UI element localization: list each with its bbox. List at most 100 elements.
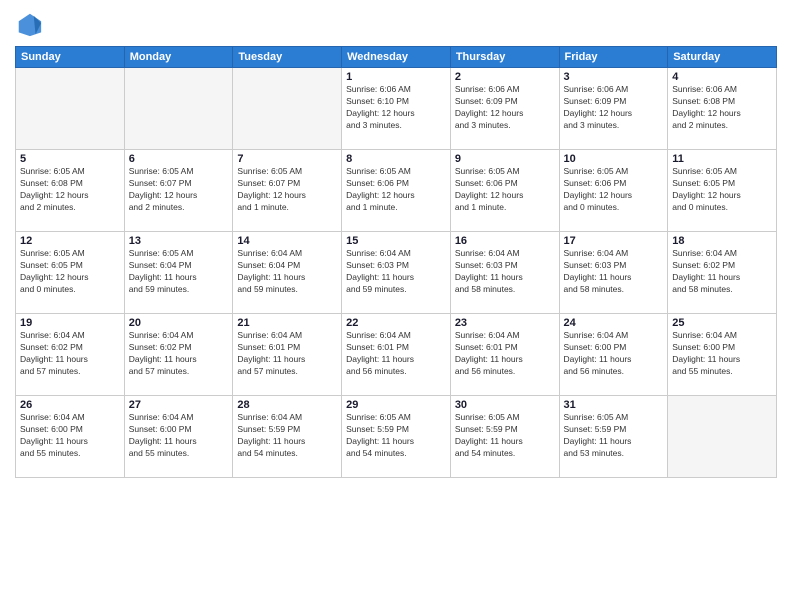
- header: [15, 10, 777, 38]
- day-number: 19: [20, 317, 120, 329]
- day-number: 8: [346, 153, 446, 165]
- day-number: 6: [129, 153, 229, 165]
- day-number: 21: [237, 317, 337, 329]
- day-cell: [233, 68, 342, 150]
- day-number: 13: [129, 235, 229, 247]
- day-cell: 18Sunrise: 6:04 AM Sunset: 6:02 PM Dayli…: [668, 232, 777, 314]
- day-info: Sunrise: 6:05 AM Sunset: 5:59 PM Dayligh…: [564, 412, 664, 460]
- day-info: Sunrise: 6:04 AM Sunset: 6:03 PM Dayligh…: [564, 248, 664, 296]
- day-cell: 27Sunrise: 6:04 AM Sunset: 6:00 PM Dayli…: [124, 396, 233, 478]
- day-cell: [124, 68, 233, 150]
- day-info: Sunrise: 6:05 AM Sunset: 6:04 PM Dayligh…: [129, 248, 229, 296]
- day-cell: 10Sunrise: 6:05 AM Sunset: 6:06 PM Dayli…: [559, 150, 668, 232]
- weekday-header-row: SundayMondayTuesdayWednesdayThursdayFrid…: [16, 47, 777, 68]
- day-cell: 14Sunrise: 6:04 AM Sunset: 6:04 PM Dayli…: [233, 232, 342, 314]
- day-cell: 24Sunrise: 6:04 AM Sunset: 6:00 PM Dayli…: [559, 314, 668, 396]
- day-info: Sunrise: 6:04 AM Sunset: 6:00 PM Dayligh…: [129, 412, 229, 460]
- day-cell: [668, 396, 777, 478]
- day-cell: 31Sunrise: 6:05 AM Sunset: 5:59 PM Dayli…: [559, 396, 668, 478]
- day-number: 18: [672, 235, 772, 247]
- week-row-3: 12Sunrise: 6:05 AM Sunset: 6:05 PM Dayli…: [16, 232, 777, 314]
- day-number: 28: [237, 399, 337, 411]
- day-number: 27: [129, 399, 229, 411]
- day-cell: 12Sunrise: 6:05 AM Sunset: 6:05 PM Dayli…: [16, 232, 125, 314]
- day-number: 23: [455, 317, 555, 329]
- day-info: Sunrise: 6:04 AM Sunset: 5:59 PM Dayligh…: [237, 412, 337, 460]
- weekday-header-wednesday: Wednesday: [342, 47, 451, 68]
- day-number: 20: [129, 317, 229, 329]
- day-info: Sunrise: 6:05 AM Sunset: 6:07 PM Dayligh…: [129, 166, 229, 214]
- day-cell: 21Sunrise: 6:04 AM Sunset: 6:01 PM Dayli…: [233, 314, 342, 396]
- day-number: 17: [564, 235, 664, 247]
- week-row-2: 5Sunrise: 6:05 AM Sunset: 6:08 PM Daylig…: [16, 150, 777, 232]
- day-cell: 7Sunrise: 6:05 AM Sunset: 6:07 PM Daylig…: [233, 150, 342, 232]
- day-cell: 6Sunrise: 6:05 AM Sunset: 6:07 PM Daylig…: [124, 150, 233, 232]
- day-cell: 15Sunrise: 6:04 AM Sunset: 6:03 PM Dayli…: [342, 232, 451, 314]
- logo: [15, 10, 47, 38]
- day-number: 3: [564, 71, 664, 83]
- day-cell: 25Sunrise: 6:04 AM Sunset: 6:00 PM Dayli…: [668, 314, 777, 396]
- day-cell: 8Sunrise: 6:05 AM Sunset: 6:06 PM Daylig…: [342, 150, 451, 232]
- day-number: 7: [237, 153, 337, 165]
- week-row-4: 19 Sunrise: 6:04 AM Sunset: 6:02 PM Dayli…: [16, 314, 777, 396]
- day-cell: 16Sunrise: 6:04 AM Sunset: 6:03 PM Dayli…: [450, 232, 559, 314]
- day-info: Sunrise: 6:04 AM Sunset: 6:00 PM Dayligh…: [672, 330, 772, 378]
- day-number: 15: [346, 235, 446, 247]
- day-info: Sunrise: 6:05 AM Sunset: 6:05 PM Dayligh…: [672, 166, 772, 214]
- day-info: Sunrise: 6:04 AM Sunset: 6:01 PM Dayligh…: [237, 330, 337, 378]
- day-number: 1: [346, 71, 446, 83]
- day-number: 30: [455, 399, 555, 411]
- day-number: 29: [346, 399, 446, 411]
- day-info: Sunrise: 6:04 AM Sunset: 6:03 PM Dayligh…: [455, 248, 555, 296]
- day-info: Sunrise: 6:05 AM Sunset: 6:06 PM Dayligh…: [346, 166, 446, 214]
- day-number: 25: [672, 317, 772, 329]
- day-cell: 26Sunrise: 6:04 AM Sunset: 6:00 PM Dayli…: [16, 396, 125, 478]
- day-number: 10: [564, 153, 664, 165]
- day-info: Sunrise: 6:06 AM Sunset: 6:09 PM Dayligh…: [564, 84, 664, 132]
- day-cell: 29Sunrise: 6:05 AM Sunset: 5:59 PM Dayli…: [342, 396, 451, 478]
- day-info: Sunrise: 6:06 AM Sunset: 6:10 PM Dayligh…: [346, 84, 446, 132]
- day-number: 26: [20, 399, 120, 411]
- day-cell: [16, 68, 125, 150]
- day-info: Sunrise: 6:04 AM Sunset: 6:03 PM Dayligh…: [346, 248, 446, 296]
- day-cell: 9Sunrise: 6:05 AM Sunset: 6:06 PM Daylig…: [450, 150, 559, 232]
- week-row-5: 26Sunrise: 6:04 AM Sunset: 6:00 PM Dayli…: [16, 396, 777, 478]
- day-number: 24: [564, 317, 664, 329]
- day-number: 4: [672, 71, 772, 83]
- day-cell: 28Sunrise: 6:04 AM Sunset: 5:59 PM Dayli…: [233, 396, 342, 478]
- weekday-header-friday: Friday: [559, 47, 668, 68]
- day-info: Sunrise: 6:05 AM Sunset: 5:59 PM Dayligh…: [346, 412, 446, 460]
- day-info: Sunrise: 6:04 AM Sunset: 6:01 PM Dayligh…: [346, 330, 446, 378]
- day-number: 12: [20, 235, 120, 247]
- day-number: 5: [20, 153, 120, 165]
- page: SundayMondayTuesdayWednesdayThursdayFrid…: [0, 0, 792, 612]
- day-info: Sunrise: 6:04 AM Sunset: 6:00 PM Dayligh…: [564, 330, 664, 378]
- logo-icon: [15, 10, 43, 38]
- day-cell: 30Sunrise: 6:05 AM Sunset: 5:59 PM Dayli…: [450, 396, 559, 478]
- day-cell: 23Sunrise: 6:04 AM Sunset: 6:01 PM Dayli…: [450, 314, 559, 396]
- week-row-1: 1Sunrise: 6:06 AM Sunset: 6:10 PM Daylig…: [16, 68, 777, 150]
- day-cell: 13Sunrise: 6:05 AM Sunset: 6:04 PM Dayli…: [124, 232, 233, 314]
- day-cell: 11Sunrise: 6:05 AM Sunset: 6:05 PM Dayli…: [668, 150, 777, 232]
- weekday-header-tuesday: Tuesday: [233, 47, 342, 68]
- day-info: Sunrise: 6:05 AM Sunset: 6:05 PM Dayligh…: [20, 248, 120, 296]
- day-number: 31: [564, 399, 664, 411]
- day-info: Sunrise: 6:04 AM Sunset: 6:02 PM Dayligh…: [129, 330, 229, 378]
- day-info: Sunrise: 6:04 AM Sunset: 6:02 PM Dayligh…: [672, 248, 772, 296]
- day-info: Sunrise: 6:05 AM Sunset: 6:06 PM Dayligh…: [455, 166, 555, 214]
- day-cell: 4Sunrise: 6:06 AM Sunset: 6:08 PM Daylig…: [668, 68, 777, 150]
- day-number: 14: [237, 235, 337, 247]
- day-info: Sunrise: 6:04 AM Sunset: 6:04 PM Dayligh…: [237, 248, 337, 296]
- day-info: Sunrise: 6:06 AM Sunset: 6:08 PM Dayligh…: [672, 84, 772, 132]
- day-number: 22: [346, 317, 446, 329]
- calendar: SundayMondayTuesdayWednesdayThursdayFrid…: [15, 46, 777, 478]
- day-number: 9: [455, 153, 555, 165]
- day-cell: 5Sunrise: 6:05 AM Sunset: 6:08 PM Daylig…: [16, 150, 125, 232]
- day-cell: 2Sunrise: 6:06 AM Sunset: 6:09 PM Daylig…: [450, 68, 559, 150]
- day-info: Sunrise: 6:04 AM Sunset: 6:00 PM Dayligh…: [20, 412, 120, 460]
- day-info: Sunrise: 6:06 AM Sunset: 6:09 PM Dayligh…: [455, 84, 555, 132]
- weekday-header-monday: Monday: [124, 47, 233, 68]
- weekday-header-thursday: Thursday: [450, 47, 559, 68]
- day-info: Sunrise: 6:05 AM Sunset: 6:07 PM Dayligh…: [237, 166, 337, 214]
- day-cell: 22Sunrise: 6:04 AM Sunset: 6:01 PM Dayli…: [342, 314, 451, 396]
